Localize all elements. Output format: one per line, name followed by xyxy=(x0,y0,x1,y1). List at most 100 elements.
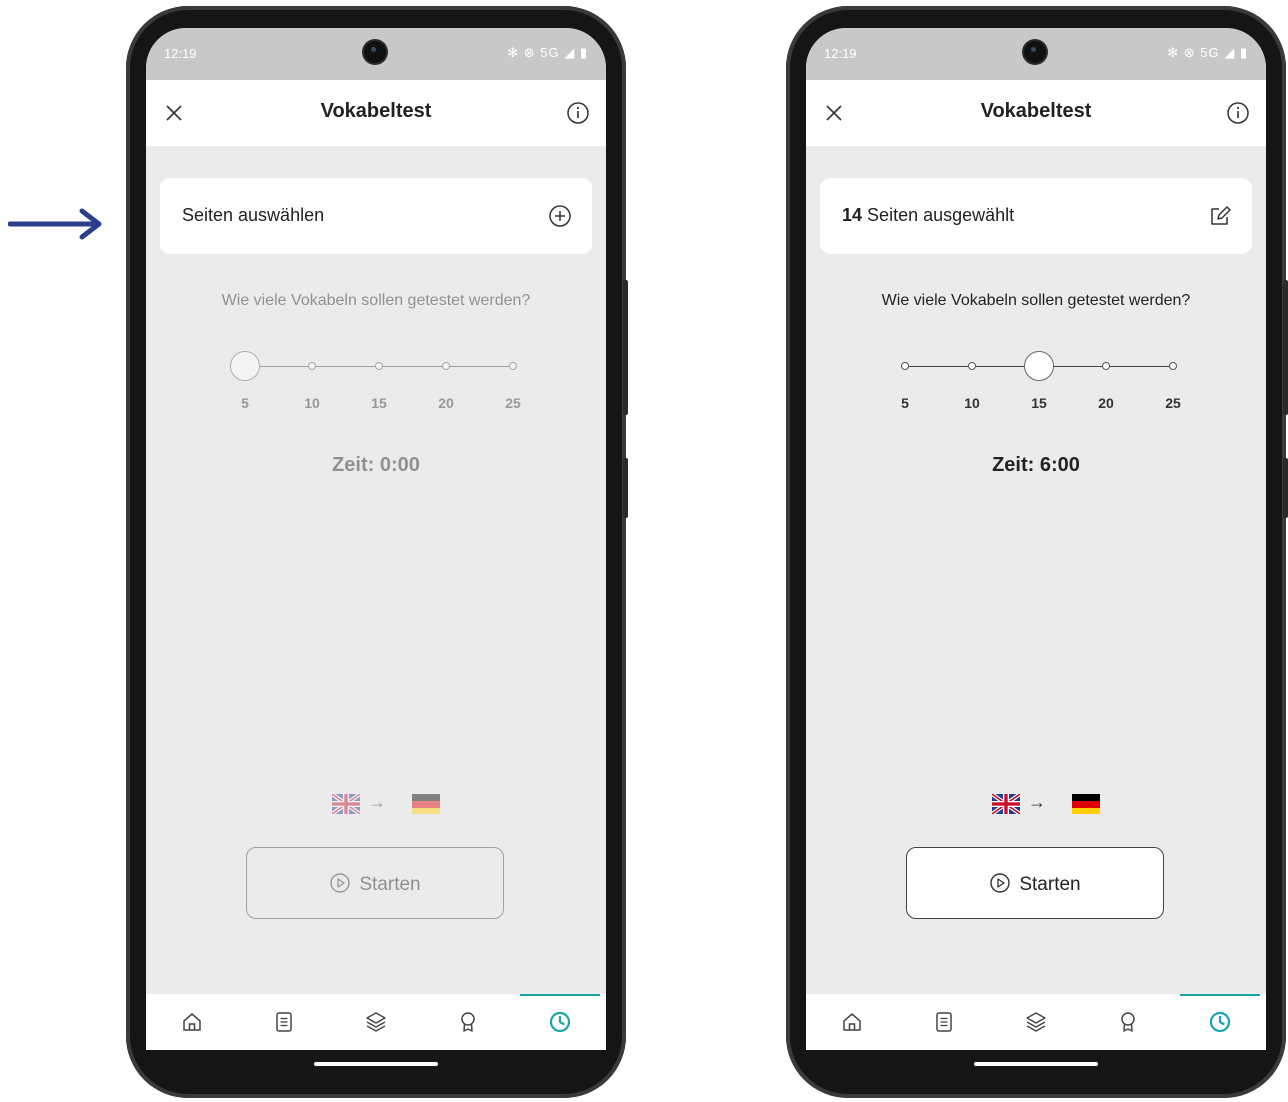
slider-tick-label: 25 xyxy=(1165,395,1181,411)
slider-thumb[interactable] xyxy=(1024,351,1054,381)
layers-icon xyxy=(1026,1012,1046,1032)
page-title: Vokabeltest xyxy=(980,100,1092,122)
gesture-area xyxy=(146,1050,606,1076)
vocab-count-slider[interactable]: 5 10 15 20 25 xyxy=(146,343,606,433)
status-time: 12:19 xyxy=(164,46,197,61)
slider-stop-25[interactable] xyxy=(1169,362,1177,370)
home-icon xyxy=(183,1013,201,1031)
slider-stop-10[interactable] xyxy=(968,362,976,370)
slider-tick-label: 15 xyxy=(371,395,387,411)
start-button[interactable]: Starten xyxy=(246,847,504,919)
phone-mockup-2: 12:19 ✻ ⊗ 5G ◢ ▮ Vokabeltest 14 Seiten a… xyxy=(786,0,1288,1102)
play-icon xyxy=(990,873,1011,893)
active-tab-indicator xyxy=(520,994,600,996)
start-button-label: Starten xyxy=(1019,874,1081,895)
add-circle-icon[interactable] xyxy=(546,202,574,230)
direction-arrow: → xyxy=(368,792,386,812)
slider-stop-20[interactable] xyxy=(1102,362,1110,370)
status-time: 12:19 xyxy=(824,46,857,61)
front-camera xyxy=(364,41,386,63)
flag-germany xyxy=(1072,794,1100,814)
nav-item-clock[interactable] xyxy=(1174,994,1266,1050)
nav-item-layers[interactable] xyxy=(330,994,422,1050)
page-title: Vokabeltest xyxy=(320,100,432,122)
flag-germany xyxy=(412,794,440,814)
volume-button xyxy=(1283,280,1288,415)
slider-tick-label: 25 xyxy=(505,395,521,411)
slider-thumb[interactable] xyxy=(230,351,260,381)
clock-icon xyxy=(1209,1011,1231,1033)
play-icon xyxy=(330,873,351,893)
info-icon[interactable] xyxy=(564,99,592,127)
status-icons: ✻ ⊗ 5G ◢ ▮ xyxy=(1167,45,1248,60)
nav-item-home[interactable] xyxy=(146,994,238,1050)
nav-item-clock[interactable] xyxy=(514,994,606,1050)
home-icon xyxy=(843,1013,861,1031)
layers-icon xyxy=(366,1012,386,1032)
info-icon[interactable] xyxy=(1224,99,1252,127)
bottom-navigation xyxy=(146,994,606,1050)
nav-item-layers[interactable] xyxy=(990,994,1082,1050)
nav-item-award[interactable] xyxy=(1082,994,1174,1050)
flag-uk xyxy=(332,794,360,814)
app-bar: Vokabeltest xyxy=(146,80,606,146)
award-icon xyxy=(461,1012,475,1032)
document-icon xyxy=(936,1012,952,1032)
slider-tick-label: 10 xyxy=(304,395,320,411)
phone-mockup-1: 12:19 ✻ ⊗ 5G ◢ ▮ Vokabeltest Seiten ausw… xyxy=(126,0,628,1102)
nav-item-home[interactable] xyxy=(806,994,898,1050)
page-selection-label: 14 Seiten ausgewählt xyxy=(842,205,1014,226)
power-button xyxy=(1283,458,1288,518)
slider-stop-20[interactable] xyxy=(442,362,450,370)
start-button-label: Starten xyxy=(359,874,421,895)
active-tab-indicator xyxy=(1180,994,1260,996)
page-selection-text: Seiten auswählen xyxy=(182,205,325,225)
nav-item-document[interactable] xyxy=(238,994,330,1050)
power-button xyxy=(623,458,628,518)
slider-stop-15[interactable] xyxy=(375,362,383,370)
flag-uk xyxy=(992,794,1020,814)
slider-stop-10[interactable] xyxy=(308,362,316,370)
document-icon xyxy=(276,1012,292,1032)
slider-tick-label: 5 xyxy=(901,395,909,411)
language-direction: → xyxy=(806,792,1266,816)
nav-item-award[interactable] xyxy=(422,994,514,1050)
page-selection-card[interactable]: 14 Seiten ausgewählt xyxy=(820,178,1252,254)
edit-icon[interactable] xyxy=(1206,202,1234,230)
page-selection-card[interactable]: Seiten auswählen xyxy=(160,178,592,254)
volume-button xyxy=(623,280,628,415)
app-screen: 12:19 ✻ ⊗ 5G ◢ ▮ Vokabeltest Seiten ausw… xyxy=(146,28,606,1050)
vocab-count-question: Wie viele Vokabeln sollen getestet werde… xyxy=(221,292,531,309)
slider-stop-5[interactable] xyxy=(901,362,909,370)
status-bar: 12:19 ✻ ⊗ 5G ◢ ▮ xyxy=(806,28,1266,80)
page-selection-label: Seiten auswählen xyxy=(182,205,324,226)
nav-item-document[interactable] xyxy=(898,994,990,1050)
slider-stop-25[interactable] xyxy=(509,362,517,370)
slider-tick-label: 10 xyxy=(964,395,980,411)
vocab-count-slider[interactable]: 5 10 15 20 25 xyxy=(806,343,1266,433)
front-camera xyxy=(1024,41,1046,63)
slider-tick-label: 20 xyxy=(438,395,454,411)
app-bar: Vokabeltest xyxy=(806,80,1266,146)
start-button-content: Starten xyxy=(907,872,1163,896)
start-button-content: Starten xyxy=(247,872,503,896)
award-icon xyxy=(1121,1012,1135,1032)
test-duration: Zeit: 6:00 xyxy=(992,454,1080,476)
start-button[interactable]: Starten xyxy=(906,847,1164,919)
gesture-area xyxy=(806,1050,1266,1076)
annotation-arrow-left xyxy=(8,208,102,240)
bottom-navigation xyxy=(806,994,1266,1050)
gesture-bar[interactable] xyxy=(974,1062,1098,1066)
direction-arrow: → xyxy=(1028,792,1046,812)
test-duration: Zeit: 0:00 xyxy=(332,454,420,476)
slider-tick-label: 15 xyxy=(1031,395,1047,411)
vocab-count-question: Wie viele Vokabeln sollen getestet werde… xyxy=(881,292,1191,309)
slider-tick-label: 20 xyxy=(1098,395,1114,411)
language-direction: → xyxy=(146,792,606,816)
clock-icon xyxy=(549,1011,571,1033)
status-icons: ✻ ⊗ 5G ◢ ▮ xyxy=(507,45,588,60)
selected-page-count: 14 xyxy=(842,205,863,225)
gesture-bar[interactable] xyxy=(314,1062,438,1066)
app-screen: 12:19 ✻ ⊗ 5G ◢ ▮ Vokabeltest 14 Seiten a… xyxy=(806,28,1266,1050)
slider-tick-label: 5 xyxy=(241,395,249,411)
